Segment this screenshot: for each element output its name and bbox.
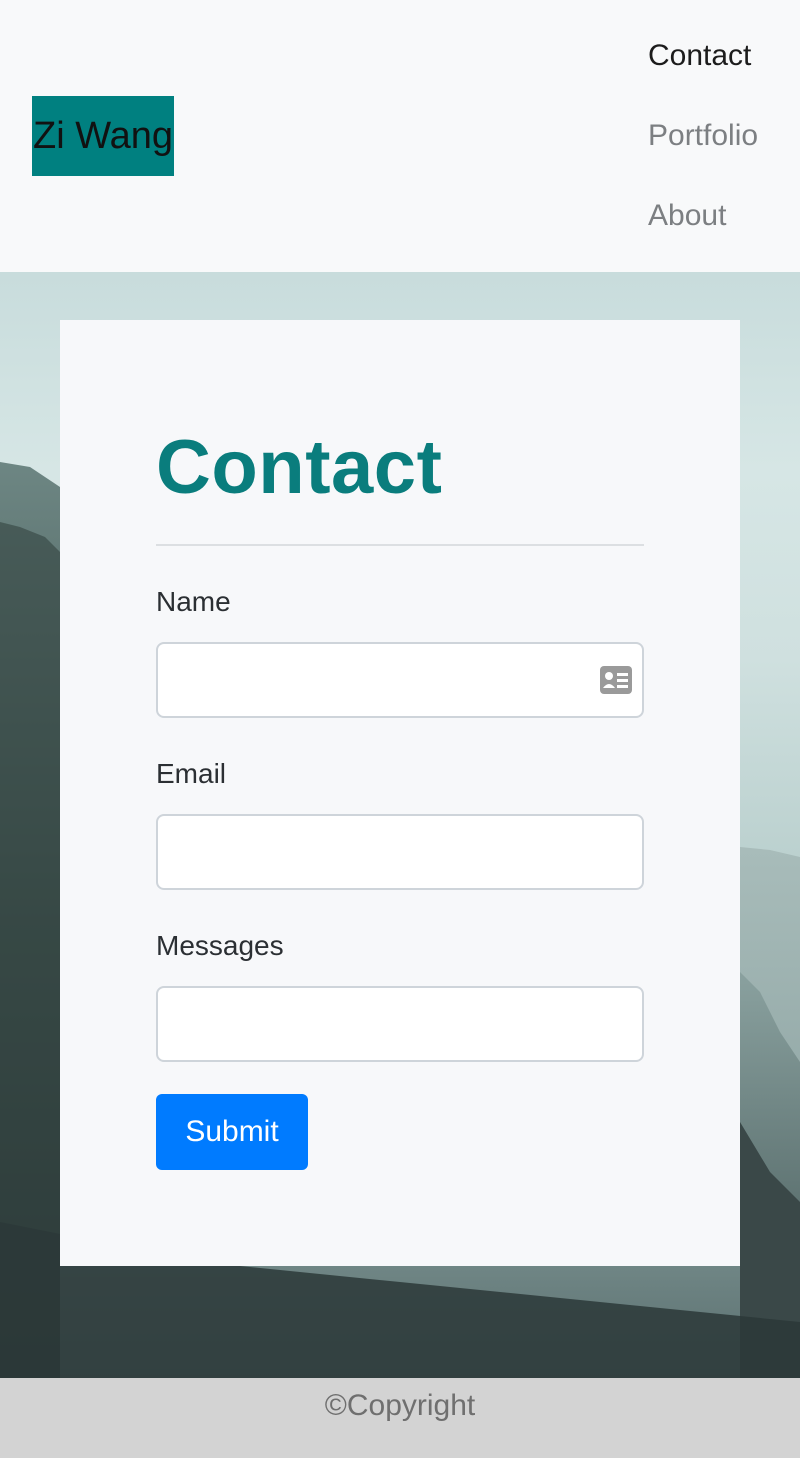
email-field-wrapper xyxy=(156,814,644,890)
contact-card: Contact Name Email Messages Submit xyxy=(60,320,740,1266)
nav-link-portfolio[interactable]: Portfolio xyxy=(648,96,758,176)
email-input[interactable] xyxy=(158,816,642,888)
name-field-wrapper xyxy=(156,642,644,718)
copyright-text: ©Copyright xyxy=(324,1389,476,1422)
title-divider xyxy=(156,544,644,546)
email-label: Email xyxy=(156,758,227,789)
name-label: Name xyxy=(156,586,231,617)
messages-field-wrapper xyxy=(156,986,644,1062)
nav-item-portfolio: Portfolio xyxy=(648,96,758,176)
messages-label: Messages xyxy=(156,930,284,961)
nav-link-about[interactable]: About xyxy=(648,176,758,256)
contact-card-icon xyxy=(600,666,632,694)
messages-input[interactable] xyxy=(158,988,642,1060)
nav-link-contact[interactable]: Contact xyxy=(648,16,758,96)
brand-logo[interactable]: Zi Wang xyxy=(32,96,175,176)
nav-item-about: About xyxy=(648,176,758,256)
nav-item-contact: Contact xyxy=(648,16,758,96)
page-title: Contact xyxy=(156,425,443,510)
footer: ©Copyright xyxy=(0,1378,800,1458)
name-input[interactable] xyxy=(158,644,642,716)
submit-button[interactable]: Submit xyxy=(156,1094,308,1170)
nav-menu: Contact Portfolio About xyxy=(648,16,758,256)
navbar: Zi Wang Contact Portfolio About xyxy=(0,0,800,272)
